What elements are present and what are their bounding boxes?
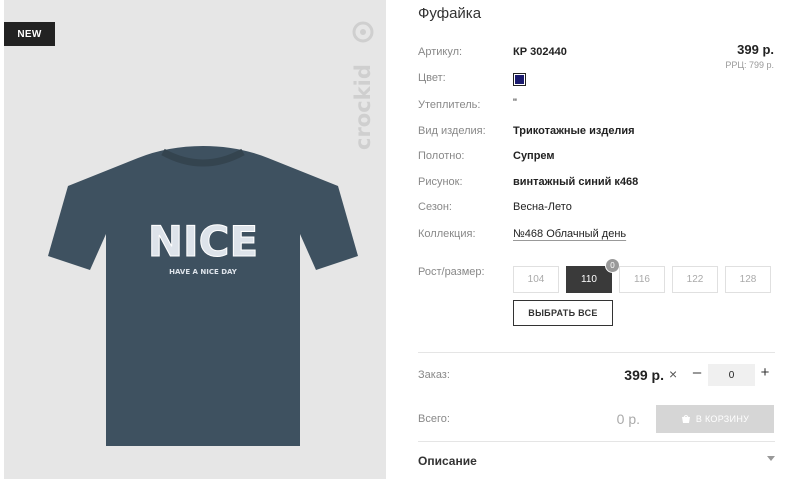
shirt-print-sub: HAVE A NICE DAY <box>169 268 238 276</box>
chevron-down-icon[interactable] <box>767 456 775 462</box>
tshirt-image: NICE HAVE A NICE DAY <box>48 146 358 446</box>
size-option-label: 110 <box>581 274 597 285</box>
color-swatch[interactable] <box>513 73 526 86</box>
cart-icon <box>681 415 690 423</box>
size-option[interactable]: 122 <box>672 266 718 293</box>
decrease-quantity-button[interactable]: – <box>690 364 704 381</box>
article-value: КР 302440 <box>513 46 567 58</box>
size-option-label: 104 <box>527 274 545 285</box>
recommended-price: РРЦ: 799 р. <box>725 60 774 70</box>
size-option-label: 122 <box>686 274 704 285</box>
size-option[interactable]: 116 <box>619 266 665 293</box>
size-option-selected[interactable]: 110 0 <box>566 258 620 293</box>
size-option-label: 116 <box>634 274 650 285</box>
brand-logo-text: crockid <box>351 64 375 150</box>
brand-logo: crockid <box>351 21 375 150</box>
size-option[interactable]: 104 <box>513 266 559 293</box>
divider <box>418 441 775 442</box>
pattern-label: Рисунок: <box>418 176 463 188</box>
total-value: 0 р. <box>616 411 640 427</box>
product-price: 399 р. <box>737 42 774 57</box>
add-to-cart-button[interactable]: В КОРЗИНУ <box>656 405 774 433</box>
article-label: Артикул: <box>418 46 463 58</box>
total-label: Всего: <box>418 413 450 425</box>
size-selector: 104 110 0 116 122 128 <box>513 258 771 293</box>
fabric-label: Полотно: <box>418 150 465 162</box>
color-swatch-fill <box>515 75 524 84</box>
size-label: Рост/размер: <box>418 266 485 278</box>
description-toggle[interactable]: Описание <box>418 454 477 468</box>
collection-link[interactable]: №468 Облачный день <box>513 228 626 240</box>
quantity-input[interactable] <box>708 364 755 386</box>
color-label: Цвет: <box>418 72 446 84</box>
insulation-value: " <box>513 97 517 109</box>
order-price: 399 р. <box>624 367 664 383</box>
increase-quantity-button[interactable]: + <box>758 364 772 381</box>
new-badge: NEW <box>4 22 55 46</box>
product-title: Фуфайка <box>418 5 482 22</box>
add-to-cart-label: В КОРЗИНУ <box>695 414 750 424</box>
divider <box>418 352 775 353</box>
season-value: Весна-Лето <box>513 201 572 213</box>
select-all-button[interactable]: ВЫБРАТЬ ВСЕ <box>513 300 613 326</box>
pattern-value: винтажный синий к468 <box>513 176 639 188</box>
order-label: Заказ: <box>418 369 450 381</box>
type-value: Трикотажные изделия <box>513 125 635 137</box>
size-option-label: 128 <box>739 274 757 285</box>
multiply-sign: × <box>669 366 678 382</box>
collection-label: Коллекция: <box>418 228 476 240</box>
insulation-label: Утеплитель: <box>418 99 481 111</box>
type-label: Вид изделия: <box>418 125 486 137</box>
shirt-print-main: NICE <box>148 217 258 266</box>
season-label: Сезон: <box>418 201 452 213</box>
fabric-value: Супрем <box>513 150 555 162</box>
size-option[interactable]: 128 <box>725 266 771 293</box>
size-count-badge: 0 <box>605 258 620 273</box>
product-photo[interactable]: NICE HAVE A NICE DAY <box>4 0 386 479</box>
